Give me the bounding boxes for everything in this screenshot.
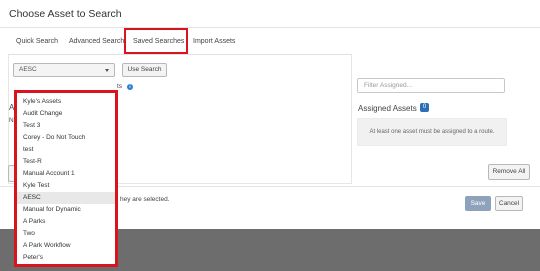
- assigned-assets-title: Assigned Assets: [358, 104, 417, 113]
- assigned-empty-message: At least one asset must be assigned to a…: [357, 118, 507, 146]
- tab-import-assets[interactable]: Import Assets: [193, 38, 235, 45]
- selection-note: hey are selected.: [120, 196, 170, 203]
- dropdown-option[interactable]: Two: [17, 228, 115, 240]
- saved-search-select-value: AESC: [19, 66, 37, 73]
- dropdown-option[interactable]: Test-R: [17, 156, 115, 168]
- tab-saved-searches[interactable]: Saved Searches: [133, 38, 184, 45]
- dropdown-option[interactable]: Kyle Test: [17, 180, 115, 192]
- dropdown-option[interactable]: Manual Account 1: [17, 168, 115, 180]
- dialog-header: Choose Asset to Search: [0, 0, 540, 28]
- saved-search-dropdown[interactable]: Kyle's Assets Audit Change Test 3 Corey …: [14, 90, 118, 267]
- partial-label: ts: [117, 83, 123, 90]
- assigned-count-badge: 0: [420, 103, 429, 112]
- dropdown-option-selected[interactable]: AESC: [17, 192, 115, 204]
- save-button[interactable]: Save: [465, 196, 491, 211]
- dropdown-option[interactable]: Kyle's Assets: [17, 96, 115, 108]
- cancel-button[interactable]: Cancel: [495, 196, 523, 211]
- chevron-down-icon: [105, 69, 109, 72]
- remove-all-button[interactable]: Remove All: [488, 164, 530, 180]
- dialog-title: Choose Asset to Search: [9, 8, 122, 20]
- tab-quick-search[interactable]: Quick Search: [16, 38, 58, 45]
- dropdown-option[interactable]: Audit Change: [17, 108, 115, 120]
- filter-assigned-input[interactable]: Filter Assigned...: [357, 78, 505, 93]
- partial-field-label: N: [9, 117, 14, 124]
- use-search-button[interactable]: Use Search: [122, 63, 167, 77]
- dropdown-option[interactable]: test: [17, 144, 115, 156]
- dropdown-option[interactable]: Peter's: [17, 252, 115, 264]
- tab-advanced-search[interactable]: Advanced Search: [69, 38, 124, 45]
- dropdown-option[interactable]: Corey - Do Not Touch: [17, 132, 115, 144]
- dropdown-option[interactable]: A Park Workflow: [17, 240, 115, 252]
- dropdown-option[interactable]: Manual for Dynamic: [17, 204, 115, 216]
- info-icon[interactable]: i: [127, 84, 133, 90]
- dropdown-option[interactable]: Test 3: [17, 120, 115, 132]
- dropdown-option[interactable]: A Parks: [17, 216, 115, 228]
- saved-search-select[interactable]: AESC: [13, 63, 115, 77]
